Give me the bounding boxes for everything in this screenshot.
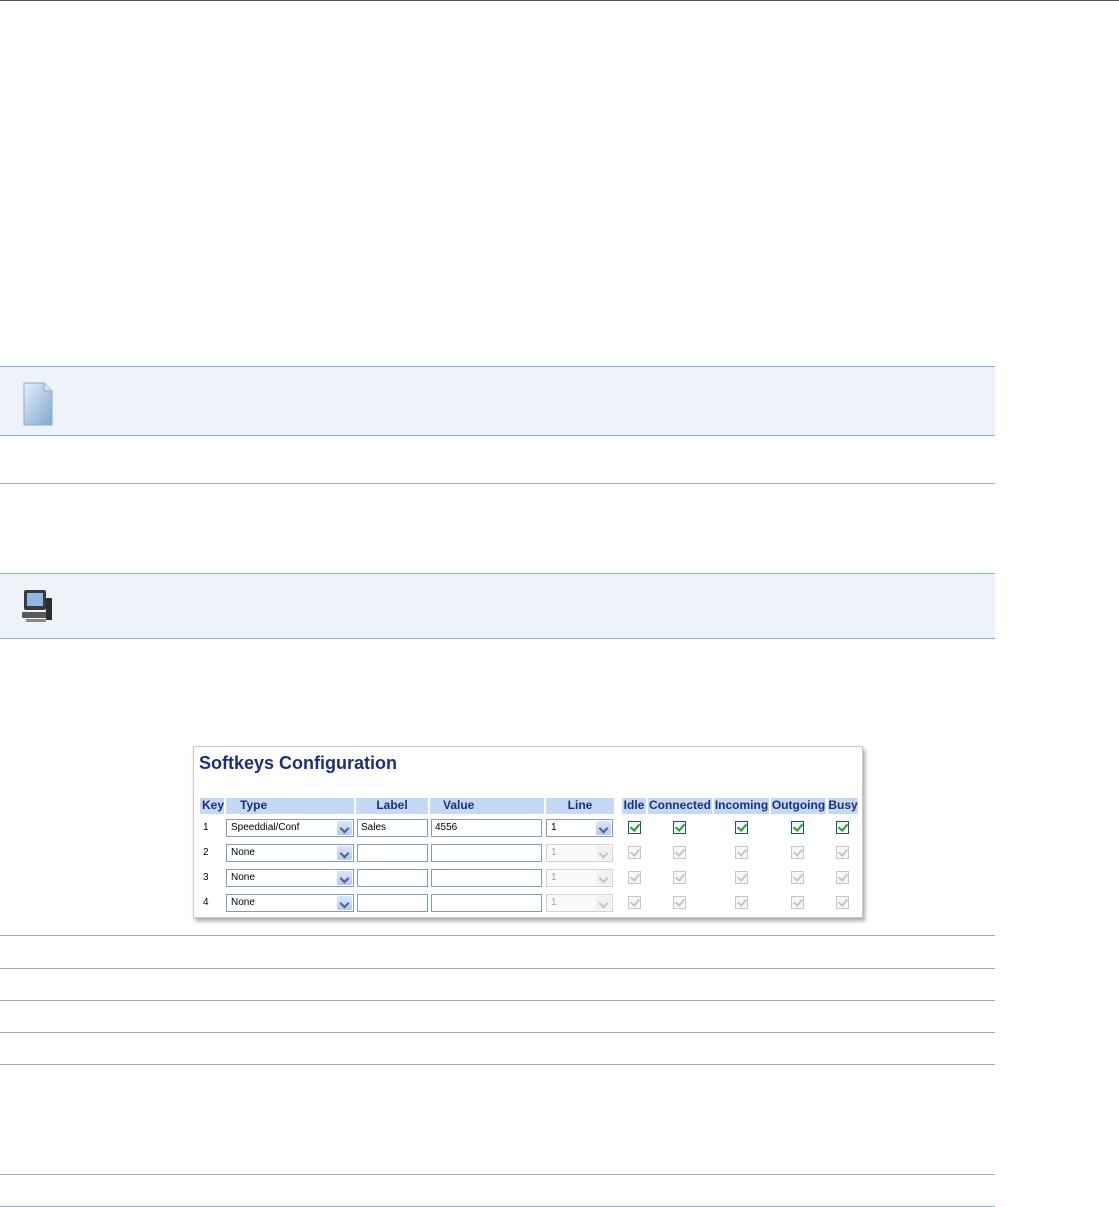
value-input[interactable]	[431, 844, 542, 862]
line-select-value: 1	[551, 872, 557, 883]
col-type: Type	[226, 798, 354, 814]
incoming-checkbox[interactable]	[735, 821, 748, 834]
line-select-value: 1	[551, 822, 557, 833]
line-select-value: 1	[551, 847, 557, 858]
key-number: 3	[203, 872, 209, 883]
value-input[interactable]	[431, 894, 542, 912]
type-select[interactable]: Speeddial/Conf	[226, 819, 354, 837]
incoming-checkbox	[735, 871, 748, 884]
key-number: 1	[203, 822, 209, 833]
connected-checkbox	[673, 896, 686, 909]
outgoing-checkbox[interactable]	[791, 821, 804, 834]
col-value: Value	[430, 798, 544, 814]
incoming-checkbox	[735, 846, 748, 859]
busy-checkbox	[836, 846, 849, 859]
label-input[interactable]	[357, 869, 428, 887]
idle-checkbox	[628, 896, 641, 909]
label-input[interactable]	[357, 844, 428, 862]
divider	[0, 483, 995, 484]
type-select[interactable]: None	[226, 894, 354, 912]
key-number: 2	[203, 847, 209, 858]
chevron-down-icon[interactable]	[337, 821, 352, 835]
outgoing-checkbox	[791, 871, 804, 884]
col-connected: Connected	[648, 798, 712, 814]
col-line: Line	[546, 798, 614, 814]
note-icon	[23, 382, 53, 426]
idle-checkbox[interactable]	[628, 821, 641, 834]
key-number: 4	[203, 897, 209, 908]
divider	[0, 1174, 995, 1175]
divider	[0, 1000, 995, 1001]
col-outgoing: Outgoing	[771, 798, 826, 814]
line-select: 1	[546, 894, 613, 912]
value-input[interactable]: 4556	[431, 819, 542, 837]
line-select[interactable]: 1	[546, 819, 613, 837]
chevron-down-icon[interactable]	[596, 821, 611, 835]
divider	[0, 935, 995, 936]
chevron-down-icon[interactable]	[337, 896, 352, 910]
type-select-value: None	[231, 872, 255, 883]
label-input[interactable]	[357, 894, 428, 912]
col-incoming: Incoming	[714, 798, 769, 814]
busy-checkbox	[836, 871, 849, 884]
type-select[interactable]: None	[226, 844, 354, 862]
connected-checkbox	[673, 871, 686, 884]
chevron-down-icon[interactable]	[337, 871, 352, 885]
note-band	[0, 366, 995, 436]
col-key: Key	[200, 798, 225, 814]
incoming-checkbox	[735, 896, 748, 909]
outgoing-checkbox	[791, 846, 804, 859]
top-rule	[0, 0, 1119, 1]
value-input[interactable]	[431, 869, 542, 887]
chevron-down-icon	[596, 871, 611, 885]
col-label: Label	[356, 798, 428, 814]
type-select-value: Speeddial/Conf	[231, 822, 300, 833]
chevron-down-icon	[596, 896, 611, 910]
busy-checkbox[interactable]	[836, 821, 849, 834]
chevron-down-icon	[596, 846, 611, 860]
web-ui-band	[0, 573, 995, 639]
busy-checkbox	[836, 896, 849, 909]
divider	[0, 1032, 995, 1033]
label-input[interactable]: Sales	[357, 819, 428, 837]
col-idle: Idle	[622, 798, 646, 814]
connected-checkbox	[673, 846, 686, 859]
outgoing-checkbox	[791, 896, 804, 909]
idle-checkbox	[628, 871, 641, 884]
idle-checkbox	[628, 846, 641, 859]
line-select: 1	[546, 869, 613, 887]
connected-checkbox[interactable]	[673, 821, 686, 834]
softkeys-panel: Softkeys Configuration Key Type Label Va…	[193, 746, 863, 918]
type-select[interactable]: None	[226, 869, 354, 887]
chevron-down-icon[interactable]	[337, 846, 352, 860]
divider	[0, 968, 995, 969]
line-select: 1	[546, 844, 613, 862]
divider	[0, 1064, 995, 1065]
type-select-value: None	[231, 847, 255, 858]
col-busy: Busy	[828, 798, 858, 814]
panel-title: Softkeys Configuration	[199, 753, 398, 773]
line-select-value: 1	[551, 897, 557, 908]
computer-icon	[22, 590, 52, 622]
type-select-value: None	[231, 897, 255, 908]
